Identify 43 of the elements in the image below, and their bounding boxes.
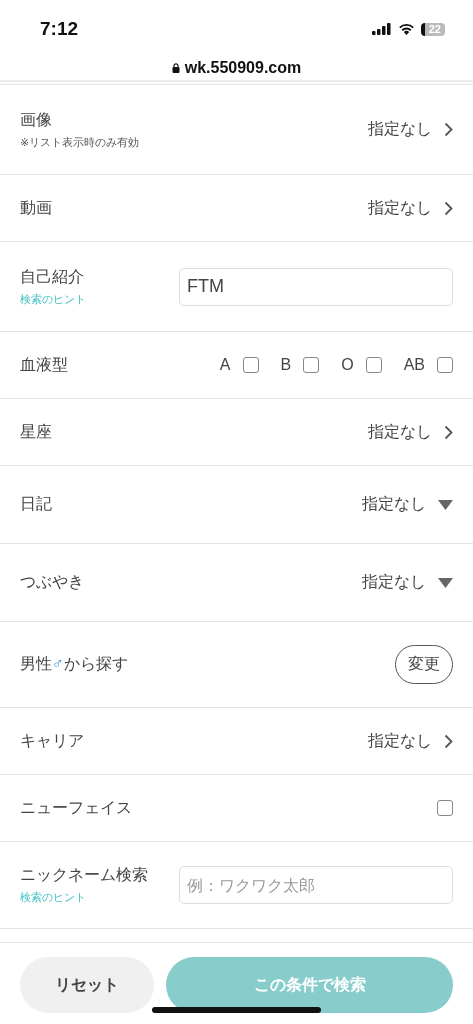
checkbox[interactable] xyxy=(365,357,382,373)
status-time: 7:12 xyxy=(40,18,79,40)
input-field[interactable]: FTM xyxy=(179,267,453,306)
checkbox[interactable] xyxy=(242,357,259,373)
battery-icon: 22 xyxy=(420,22,445,36)
row-label: 動画 xyxy=(20,197,52,218)
selected-value[interactable]: 指定なし xyxy=(368,119,432,140)
chevron-right-icon xyxy=(444,733,453,749)
checkbox[interactable] xyxy=(437,800,453,816)
selected-value[interactable]: 指定なし xyxy=(362,494,426,515)
chevron-right-icon xyxy=(444,122,453,137)
option-label: AB xyxy=(403,356,425,374)
row-label: 男性♂から探す xyxy=(20,654,128,674)
row-label: キャリア xyxy=(20,730,84,751)
row-note: ※リスト表示時のみ有効 xyxy=(20,134,140,150)
url-text: wk.550909.com xyxy=(184,59,302,77)
row-label: ニューフェイス xyxy=(20,797,132,818)
triangle-down-icon xyxy=(438,577,453,588)
signal-icon xyxy=(371,23,392,35)
chevron-right-icon xyxy=(444,200,453,216)
selected-value[interactable]: 指定なし xyxy=(368,197,432,219)
wifi-icon xyxy=(397,23,415,35)
lock-icon xyxy=(171,63,180,73)
option-label: A xyxy=(219,356,231,374)
row-label: ニックネーム検索 xyxy=(20,865,148,885)
row-label: 日記 xyxy=(20,494,52,514)
selected-value[interactable]: 指定なし xyxy=(368,421,432,443)
checkbox[interactable] xyxy=(437,357,453,373)
option-label: B xyxy=(280,356,292,374)
option-label: O xyxy=(341,356,354,374)
checkbox[interactable] xyxy=(303,357,320,373)
change-button[interactable]: 変更 xyxy=(395,645,453,684)
triangle-down-icon xyxy=(438,499,453,510)
row-label: 星座 xyxy=(20,421,52,442)
selected-value[interactable]: 指定なし xyxy=(368,730,432,752)
row-label: つぶやき xyxy=(20,572,84,592)
reset-button[interactable]: リセット xyxy=(20,957,154,1013)
selected-value[interactable]: 指定なし xyxy=(362,572,426,593)
row-label: 血液型 xyxy=(20,354,68,375)
row-label: 画像 xyxy=(20,109,53,130)
input-field[interactable]: 例：ワクワク太郎 xyxy=(179,866,453,904)
chevron-right-icon xyxy=(444,424,453,440)
row-label: 自己紹介 xyxy=(20,266,85,287)
